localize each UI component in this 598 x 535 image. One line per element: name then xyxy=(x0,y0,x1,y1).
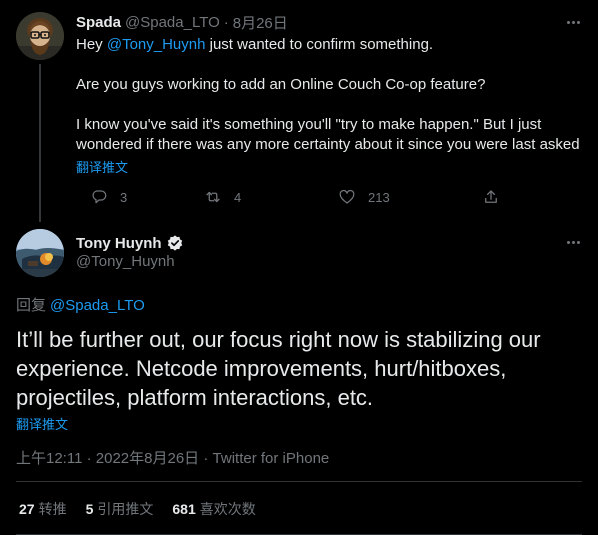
avatar-tony-huynh[interactable] xyxy=(16,229,64,277)
tweet-source[interactable]: Twitter for iPhone xyxy=(213,450,330,467)
tweet-time[interactable]: 上午12:11 xyxy=(16,450,82,467)
translate-tweet-link[interactable]: 翻译推文 xyxy=(76,157,128,176)
divider xyxy=(16,481,582,482)
reply-button[interactable]: 3 xyxy=(90,186,127,208)
main-author-row: Tony Huynh xyxy=(76,233,184,253)
reply-count: 3 xyxy=(120,189,128,205)
tweet-date[interactable]: 8月26日 xyxy=(233,12,288,33)
reply-tweet[interactable]: Spada @Spada_LTO · 8月26日 Hey @Tony_Huynh… xyxy=(0,0,598,222)
share-button[interactable] xyxy=(482,186,500,208)
tweet-date[interactable]: 2022年8月26日 xyxy=(96,450,199,467)
separator: · xyxy=(223,13,229,31)
retweet-count: 4 xyxy=(234,189,242,205)
quotes-stat[interactable]: 5 引用推文 xyxy=(86,499,154,519)
tweet-actions: 3 4 213 xyxy=(76,186,506,208)
author-handle[interactable]: @Spada_LTO xyxy=(125,14,220,31)
replying-to: 回复 @Spada_LTO xyxy=(16,294,145,315)
like-button[interactable]: 213 xyxy=(338,186,390,208)
main-tweet-text: It’ll be further out, our focus right no… xyxy=(16,325,586,412)
author-name[interactable]: Tony Huynh xyxy=(76,235,162,252)
tweet-line: wondered if there was any more certainty… xyxy=(76,136,580,153)
tweet-timestamp: 上午12:11 · 2022年8月26日 · Twitter for iPhon… xyxy=(16,447,329,468)
tweet-line: projectiles, platform interactions, etc. xyxy=(16,385,374,410)
tweet-thread: Spada @Spada_LTO · 8月26日 Hey @Tony_Huynh… xyxy=(0,0,598,535)
separator: · xyxy=(203,450,209,467)
thread-connector-line xyxy=(39,64,41,222)
avatar-spada[interactable] xyxy=(16,12,64,60)
retweet-button[interactable]: 4 xyxy=(204,186,241,208)
replying-to-mention[interactable]: @Spada_LTO xyxy=(50,297,145,314)
mention-link[interactable]: @Tony_Huynh xyxy=(107,36,206,53)
replying-label: 回复 xyxy=(16,297,47,314)
translate-tweet-link[interactable]: 翻译推文 xyxy=(16,414,68,433)
more-icon[interactable] xyxy=(563,12,583,32)
more-icon[interactable] xyxy=(563,232,583,252)
share-icon xyxy=(485,190,497,203)
like-count: 213 xyxy=(368,189,390,205)
tweet-line: Hey @Tony_Huynh just wanted to confirm s… xyxy=(76,36,434,53)
tweet-line: I know you've said it's something you'll… xyxy=(76,116,542,133)
author-name[interactable]: Spada xyxy=(76,14,121,31)
tweet-stats: 27 转推 5 引用推文 681 喜欢次数 xyxy=(19,500,275,518)
likes-stat[interactable]: 681 喜欢次数 xyxy=(172,499,255,519)
reply-icon xyxy=(92,190,107,204)
main-tweet: Tony Huynh @Tony_Huynh 回复 @Spada_LTO It’l… xyxy=(0,222,598,535)
like-icon xyxy=(339,189,355,204)
reply-tweet-header: Spada @Spada_LTO · 8月26日 xyxy=(76,12,288,32)
tweet-line: Are you guys working to add an Online Co… xyxy=(76,76,486,93)
retweet-icon xyxy=(206,191,220,203)
reply-tweet-text: Hey @Tony_Huynh just wanted to confirm s… xyxy=(76,35,588,155)
retweets-stat[interactable]: 27 转推 xyxy=(19,499,67,519)
author-handle[interactable]: @Tony_Huynh xyxy=(76,253,175,270)
verified-badge-icon xyxy=(167,235,182,251)
separator: · xyxy=(86,450,92,467)
tweet-line: experience. Netcode improvements, hurt/h… xyxy=(16,356,507,381)
tweet-line: It’ll be further out, our focus right no… xyxy=(16,327,541,352)
